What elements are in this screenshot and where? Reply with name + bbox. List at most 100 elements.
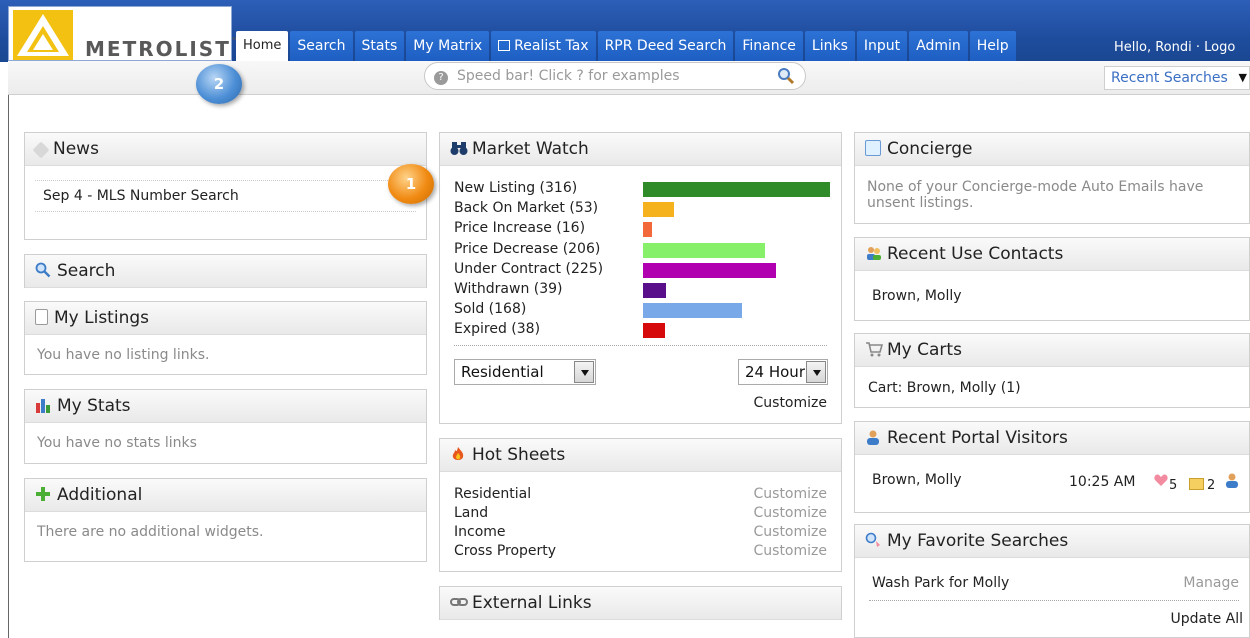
- hot-sheet-label[interactable]: Residential: [454, 486, 531, 502]
- hot-sheet-customize-link[interactable]: Customize: [754, 543, 828, 559]
- market-watch-label[interactable]: Expired (38): [454, 321, 540, 337]
- hot-sheet-customize-link[interactable]: Customize: [754, 524, 828, 540]
- market-watch-label[interactable]: Back On Market (53): [454, 200, 598, 216]
- my-stats-title: My Stats: [57, 396, 131, 416]
- market-watch-bar[interactable]: [643, 262, 776, 278]
- tab-finance[interactable]: Finance: [735, 31, 803, 61]
- concierge-title: Concierge: [887, 139, 973, 159]
- market-watch-label[interactable]: Price Decrease (206): [454, 241, 600, 257]
- tab-search[interactable]: Search: [290, 31, 353, 61]
- calendar-icon: [865, 140, 881, 156]
- my-listings-widget: My Listings You have no listing links.: [24, 301, 427, 375]
- tag-icon: [32, 141, 50, 159]
- favorites-heart-icon[interactable]: [1153, 472, 1168, 486]
- tab-help[interactable]: Help: [969, 31, 1016, 61]
- visitor-name[interactable]: Brown, Molly: [872, 472, 962, 488]
- search-icon[interactable]: [777, 67, 795, 89]
- manage-link[interactable]: Manage: [1183, 575, 1239, 591]
- cart-icon: [865, 336, 884, 357]
- market-watch-customize-link[interactable]: Customize: [754, 395, 828, 411]
- hot-sheets-title: Hot Sheets: [472, 445, 566, 465]
- market-watch-bar[interactable]: [643, 242, 765, 258]
- external-links-header[interactable]: External Links: [440, 587, 841, 620]
- recent-contacts-title: Recent Use Contacts: [887, 244, 1064, 264]
- market-watch-label[interactable]: Under Contract (225): [454, 261, 603, 277]
- market-watch-bar[interactable]: [643, 202, 674, 218]
- hot-sheet-row[interactable]: Cross Property Customize: [454, 543, 827, 559]
- hot-sheet-label[interactable]: Income: [454, 524, 506, 540]
- portal-visitors-title: Recent Portal Visitors: [887, 428, 1068, 448]
- recent-searches-dropdown[interactable]: Recent Searches ▼: [1104, 66, 1250, 90]
- hot-sheet-row[interactable]: Residential Customize: [454, 486, 827, 502]
- market-watch-bar[interactable]: [643, 283, 666, 298]
- visit-time: 10:25 AM: [1069, 474, 1136, 490]
- speed-bar[interactable]: ? Speed bar! Click ? for examples: [424, 62, 806, 90]
- market-watch-title: Market Watch: [472, 139, 589, 159]
- market-watch-label[interactable]: Withdrawn (39): [454, 281, 563, 297]
- visitor-person-icon[interactable]: [1224, 472, 1240, 492]
- tab-input[interactable]: Input: [856, 31, 908, 61]
- additional-header: Additional: [25, 479, 426, 512]
- period-select[interactable]: 24 Hour: [738, 359, 828, 385]
- search-header[interactable]: Search: [25, 255, 426, 288]
- market-watch-label[interactable]: Price Increase (16): [454, 220, 585, 236]
- hot-sheet-row[interactable]: Land Customize: [454, 505, 827, 521]
- logo-triangle-icon: [13, 10, 73, 60]
- news-widget: News Sep 4 - MLS Number Search: [24, 132, 427, 240]
- contacts-icon: [865, 240, 881, 260]
- market-watch-widget: Market Watch New Listing (316) Back On Ma…: [439, 132, 842, 424]
- hot-sheets-widget: Hot Sheets Residential Customize Land Cust…: [439, 438, 842, 572]
- news-header: News: [25, 133, 426, 166]
- hot-sheet-label[interactable]: Cross Property: [454, 543, 556, 559]
- speed-bar-placeholder: Speed bar! Click ? for examples: [457, 68, 680, 84]
- callout-badge-2: 2: [196, 64, 242, 104]
- market-watch-label[interactable]: Sold (168): [454, 301, 526, 317]
- property-type-value: Residential: [461, 363, 544, 381]
- favorite-search-item[interactable]: Wash Park for Molly: [872, 575, 1009, 591]
- bar-chart-icon: [35, 392, 51, 413]
- hot-sheet-customize-link[interactable]: Customize: [754, 486, 828, 502]
- market-watch-bar[interactable]: [643, 222, 652, 238]
- hot-sheets-header: Hot Sheets: [440, 439, 841, 472]
- market-watch-bar[interactable]: [643, 323, 665, 339]
- market-watch-bar[interactable]: [643, 303, 742, 319]
- market-watch-label[interactable]: New Listing (316): [454, 180, 577, 196]
- tab-stats[interactable]: Stats: [354, 31, 405, 61]
- metrolist-logo[interactable]: METROLIST™: [8, 6, 240, 61]
- magnifier-icon: [35, 257, 51, 278]
- mail-icon[interactable]: [1189, 478, 1204, 490]
- tab-admin[interactable]: Admin: [909, 31, 968, 61]
- logo-text: METROLIST: [85, 37, 231, 61]
- tab-realist-tax[interactable]: Realist Tax: [491, 31, 596, 61]
- period-value: 24 Hour: [745, 363, 805, 381]
- update-all-link[interactable]: Update All: [1170, 611, 1243, 627]
- contact-item[interactable]: Brown, Molly: [855, 271, 1249, 304]
- property-type-select[interactable]: Residential: [454, 359, 596, 385]
- help-question-icon[interactable]: ?: [434, 71, 448, 85]
- external-links-title: External Links: [472, 593, 592, 613]
- recent-searches-label: Recent Searches: [1111, 70, 1228, 86]
- hot-sheet-customize-link[interactable]: Customize: [754, 505, 828, 521]
- document-icon: [35, 309, 48, 325]
- additional-title: Additional: [57, 485, 143, 505]
- tab-home[interactable]: Home: [236, 31, 289, 61]
- plus-icon: [35, 481, 51, 501]
- recent-contacts-widget: Recent Use Contacts Brown, Molly: [854, 237, 1250, 321]
- tab-my-matrix[interactable]: My Matrix: [406, 31, 490, 61]
- news-item[interactable]: Sep 4 - MLS Number Search: [35, 180, 416, 212]
- my-carts-title: My Carts: [887, 340, 962, 360]
- news-title: News: [53, 139, 99, 159]
- user-greeting[interactable]: Hello, Rondi · Logo: [1114, 40, 1235, 55]
- chevron-down-icon: ▼: [1238, 71, 1247, 84]
- cart-item[interactable]: Cart: Brown, Molly (1): [855, 367, 1249, 396]
- market-watch-header: Market Watch: [440, 133, 841, 166]
- hot-sheet-row[interactable]: Income Customize: [454, 524, 827, 540]
- market-watch-bar[interactable]: [643, 182, 830, 197]
- tab-rpr-deed-search[interactable]: RPR Deed Search: [597, 31, 734, 61]
- favorite-search-icon: [865, 527, 881, 547]
- hot-sheet-label[interactable]: Land: [454, 505, 488, 521]
- my-stats-header: My Stats: [25, 390, 426, 423]
- mail-count: 2: [1207, 478, 1216, 493]
- tab-links[interactable]: Links: [804, 31, 855, 61]
- market-watch-divider: [454, 345, 827, 346]
